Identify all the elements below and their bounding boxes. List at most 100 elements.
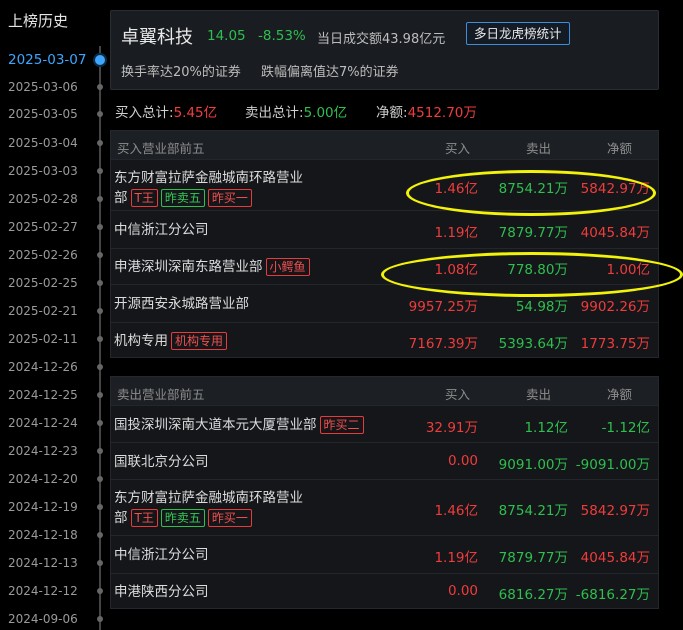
buy-total: 买入总计:5.45亿 <box>115 101 217 121</box>
timeline-dot <box>97 140 103 146</box>
sell-amount: 5393.64万 <box>498 335 568 352</box>
timeline-date[interactable]: 2025-03-06 <box>8 77 98 97</box>
timeline-date[interactable]: 2025-02-25 <box>8 273 98 293</box>
buy-amount: 1.46亿 <box>434 503 478 519</box>
timeline-date[interactable]: 2024-12-18 <box>8 525 98 545</box>
sell-amount: 1.12亿 <box>524 419 568 436</box>
table-row[interactable]: 开源西安永城路营业部 9957.25万 54.98万 9902.26万 <box>111 284 658 322</box>
table-row[interactable]: 申港深圳深南东路营业部 小鳄鱼 1.08亿 778.80万 1.00亿 <box>111 248 658 284</box>
seat-name-text: 东方财富拉萨金融城南环路营业 <box>114 170 303 186</box>
buy-amount: 0.00 <box>447 582 478 599</box>
seat-name: 申港深圳深南东路营业部 小鳄鱼 <box>114 257 313 277</box>
timeline-dot <box>97 532 103 538</box>
seat-tag[interactable]: 小鳄鱼 <box>265 258 310 276</box>
net-amount: 4045.84万 <box>580 550 650 566</box>
seat-name-text: 申港深圳深南东路营业部 <box>114 259 263 275</box>
timeline-dot <box>97 111 103 117</box>
timeline-date[interactable]: 2025-02-26 <box>8 245 98 265</box>
timeline-date[interactable]: 2025-02-11 <box>8 329 98 349</box>
timeline-date[interactable]: 2024-12-12 <box>8 581 98 601</box>
table-row[interactable]: 中信浙江分公司 1.19亿 7879.77万 4045.84万 <box>111 535 658 573</box>
header-buy: 买入 <box>445 141 471 156</box>
timeline-date[interactable]: 2025-02-28 <box>8 189 98 209</box>
timeline-date[interactable]: 2024-12-23 <box>8 441 98 461</box>
timeline-date[interactable]: 2024-12-13 <box>8 553 98 573</box>
buy-amount: 1.19亿 <box>434 225 478 241</box>
timeline-date[interactable]: 2025-02-27 <box>8 217 98 237</box>
sell-amount: 8754.21万 <box>498 503 568 519</box>
listing-reason-1: 换手率达20%的证券 <box>121 65 241 80</box>
buy-total-label: 买入总计: <box>115 105 174 121</box>
timeline-dot <box>97 364 103 370</box>
timeline-date[interactable]: 2024-12-24 <box>8 413 98 433</box>
table-row[interactable]: 中信浙江分公司 1.19亿 7879.77万 4045.84万 <box>111 210 658 248</box>
timeline-dot <box>97 280 103 286</box>
buy-amount: 0.00 <box>447 452 478 469</box>
seat-tag[interactable]: 机构专用 <box>171 331 228 350</box>
buy-seats-table: 买入营业部前五 买入 卖出 净额 东方财富拉萨金融城南环路营业部 T王 昨卖五 昨买一… <box>110 130 659 358</box>
seat-name: 国联北京分公司 <box>114 452 209 472</box>
seat-tag[interactable]: 昨买一 <box>207 189 252 207</box>
timeline-date[interactable]: 2024-12-25 <box>8 385 98 405</box>
table-row[interactable]: 国联北京分公司 0.00 9091.00万 -9091.00万 <box>111 442 658 479</box>
seat-tag[interactable]: T王 <box>130 509 158 527</box>
buy-amount: 1.46亿 <box>434 180 478 197</box>
seat-tag[interactable]: 昨卖五 <box>160 189 205 207</box>
multi-day-stats-button[interactable]: 多日龙虎榜统计 <box>466 22 570 45</box>
net-amount: -9091.00万 <box>575 456 650 473</box>
timeline-dot <box>97 224 103 230</box>
timeline-date[interactable]: 2025-03-07 <box>8 50 98 70</box>
seat-tag[interactable]: 昨买一 <box>207 509 252 527</box>
timeline-dot-active <box>95 55 105 65</box>
timeline-date[interactable]: 2024-12-26 <box>8 357 98 377</box>
stock-name: 卓翼科技 <box>121 27 193 48</box>
net-total-label: 净额: <box>376 105 408 121</box>
seat-name: 开源西安永城路营业部 <box>114 294 249 314</box>
net-amount: 1773.75万 <box>580 335 650 352</box>
seat-tag[interactable]: 昨买二 <box>319 415 364 434</box>
timeline-date[interactable]: 2024-12-20 <box>8 469 98 489</box>
header-net: 净额 <box>607 141 633 156</box>
buy-amount: 1.19亿 <box>434 550 478 566</box>
net-amount: -6816.27万 <box>575 586 650 603</box>
sell-amount: 778.80万 <box>507 262 568 278</box>
seat-name-text: 部 <box>114 510 128 526</box>
seat-tag[interactable]: 昨卖五 <box>160 509 205 527</box>
seat-name: 东方财富拉萨金融城南环路营业部 T王 昨卖五 昨买一 <box>114 168 303 208</box>
buy-amount: 9957.25万 <box>408 299 478 315</box>
timeline-date[interactable]: 2024-09-06 <box>8 609 98 629</box>
header-sell: 卖出 <box>526 141 552 156</box>
history-timeline: 上榜历史 2025-03-07 2025-03-06 2025-03-05 2025-… <box>0 0 108 630</box>
header-net: 净额 <box>607 387 633 402</box>
seat-name: 申港陕西分公司 <box>114 582 209 602</box>
seat-name-text: 中信浙江分公司 <box>114 547 209 563</box>
seat-name: 中信浙江分公司 <box>114 220 209 240</box>
sell-seats-table: 卖出营业部前五 买入 卖出 净额 国投深圳深南大道本元大厦营业部 昨买二 32.91… <box>110 376 659 609</box>
buy-total-value: 5.45亿 <box>173 105 218 121</box>
table-row[interactable]: 申港陕西分公司 0.00 6816.27万 -6816.27万 <box>111 573 658 608</box>
header-sell: 卖出 <box>526 387 552 402</box>
table-row[interactable]: 东方财富拉萨金融城南环路营业部 T王 昨卖五 昨买一 1.46亿 8754.21万 5842… <box>111 159 658 210</box>
stock-price: 14.05 <box>207 28 246 44</box>
seat-name-text: 开源西安永城路营业部 <box>114 296 249 312</box>
timeline-dot <box>97 420 103 426</box>
table-row[interactable]: 国投深圳深南大道本元大厦营业部 昨买二 32.91万 1.12亿 -1.12亿 <box>111 405 658 442</box>
buy-amount: 32.91万 <box>425 419 478 436</box>
seat-name: 中信浙江分公司 <box>114 545 209 565</box>
timeline-date[interactable]: 2025-03-05 <box>8 104 98 124</box>
seat-name-text: 部 <box>114 190 128 206</box>
timeline-date[interactable]: 2025-03-04 <box>8 133 98 153</box>
table-row[interactable]: 机构专用 机构专用 7167.39万 5393.64万 1773.75万 <box>111 322 658 357</box>
net-amount: 1.00亿 <box>606 262 650 278</box>
seat-name: 国投深圳深南大道本元大厦营业部 昨买二 <box>114 415 367 435</box>
timeline-date[interactable]: 2025-02-21 <box>8 301 98 321</box>
table-row[interactable]: 东方财富拉萨金融城南环路营业部 T王 昨卖五 昨买一 1.46亿 8754.21万 5842… <box>111 479 658 535</box>
seat-tag[interactable]: T王 <box>130 189 158 207</box>
net-amount: 5842.97万 <box>580 503 650 519</box>
seat-name: 机构专用 机构专用 <box>114 331 230 351</box>
net-total-value: 4512.70万 <box>407 105 477 121</box>
timeline-dot <box>97 560 103 566</box>
timeline-date[interactable]: 2025-03-03 <box>8 161 98 181</box>
seat-name-text: 申港陕西分公司 <box>114 583 209 600</box>
timeline-date[interactable]: 2024-12-19 <box>8 497 98 517</box>
